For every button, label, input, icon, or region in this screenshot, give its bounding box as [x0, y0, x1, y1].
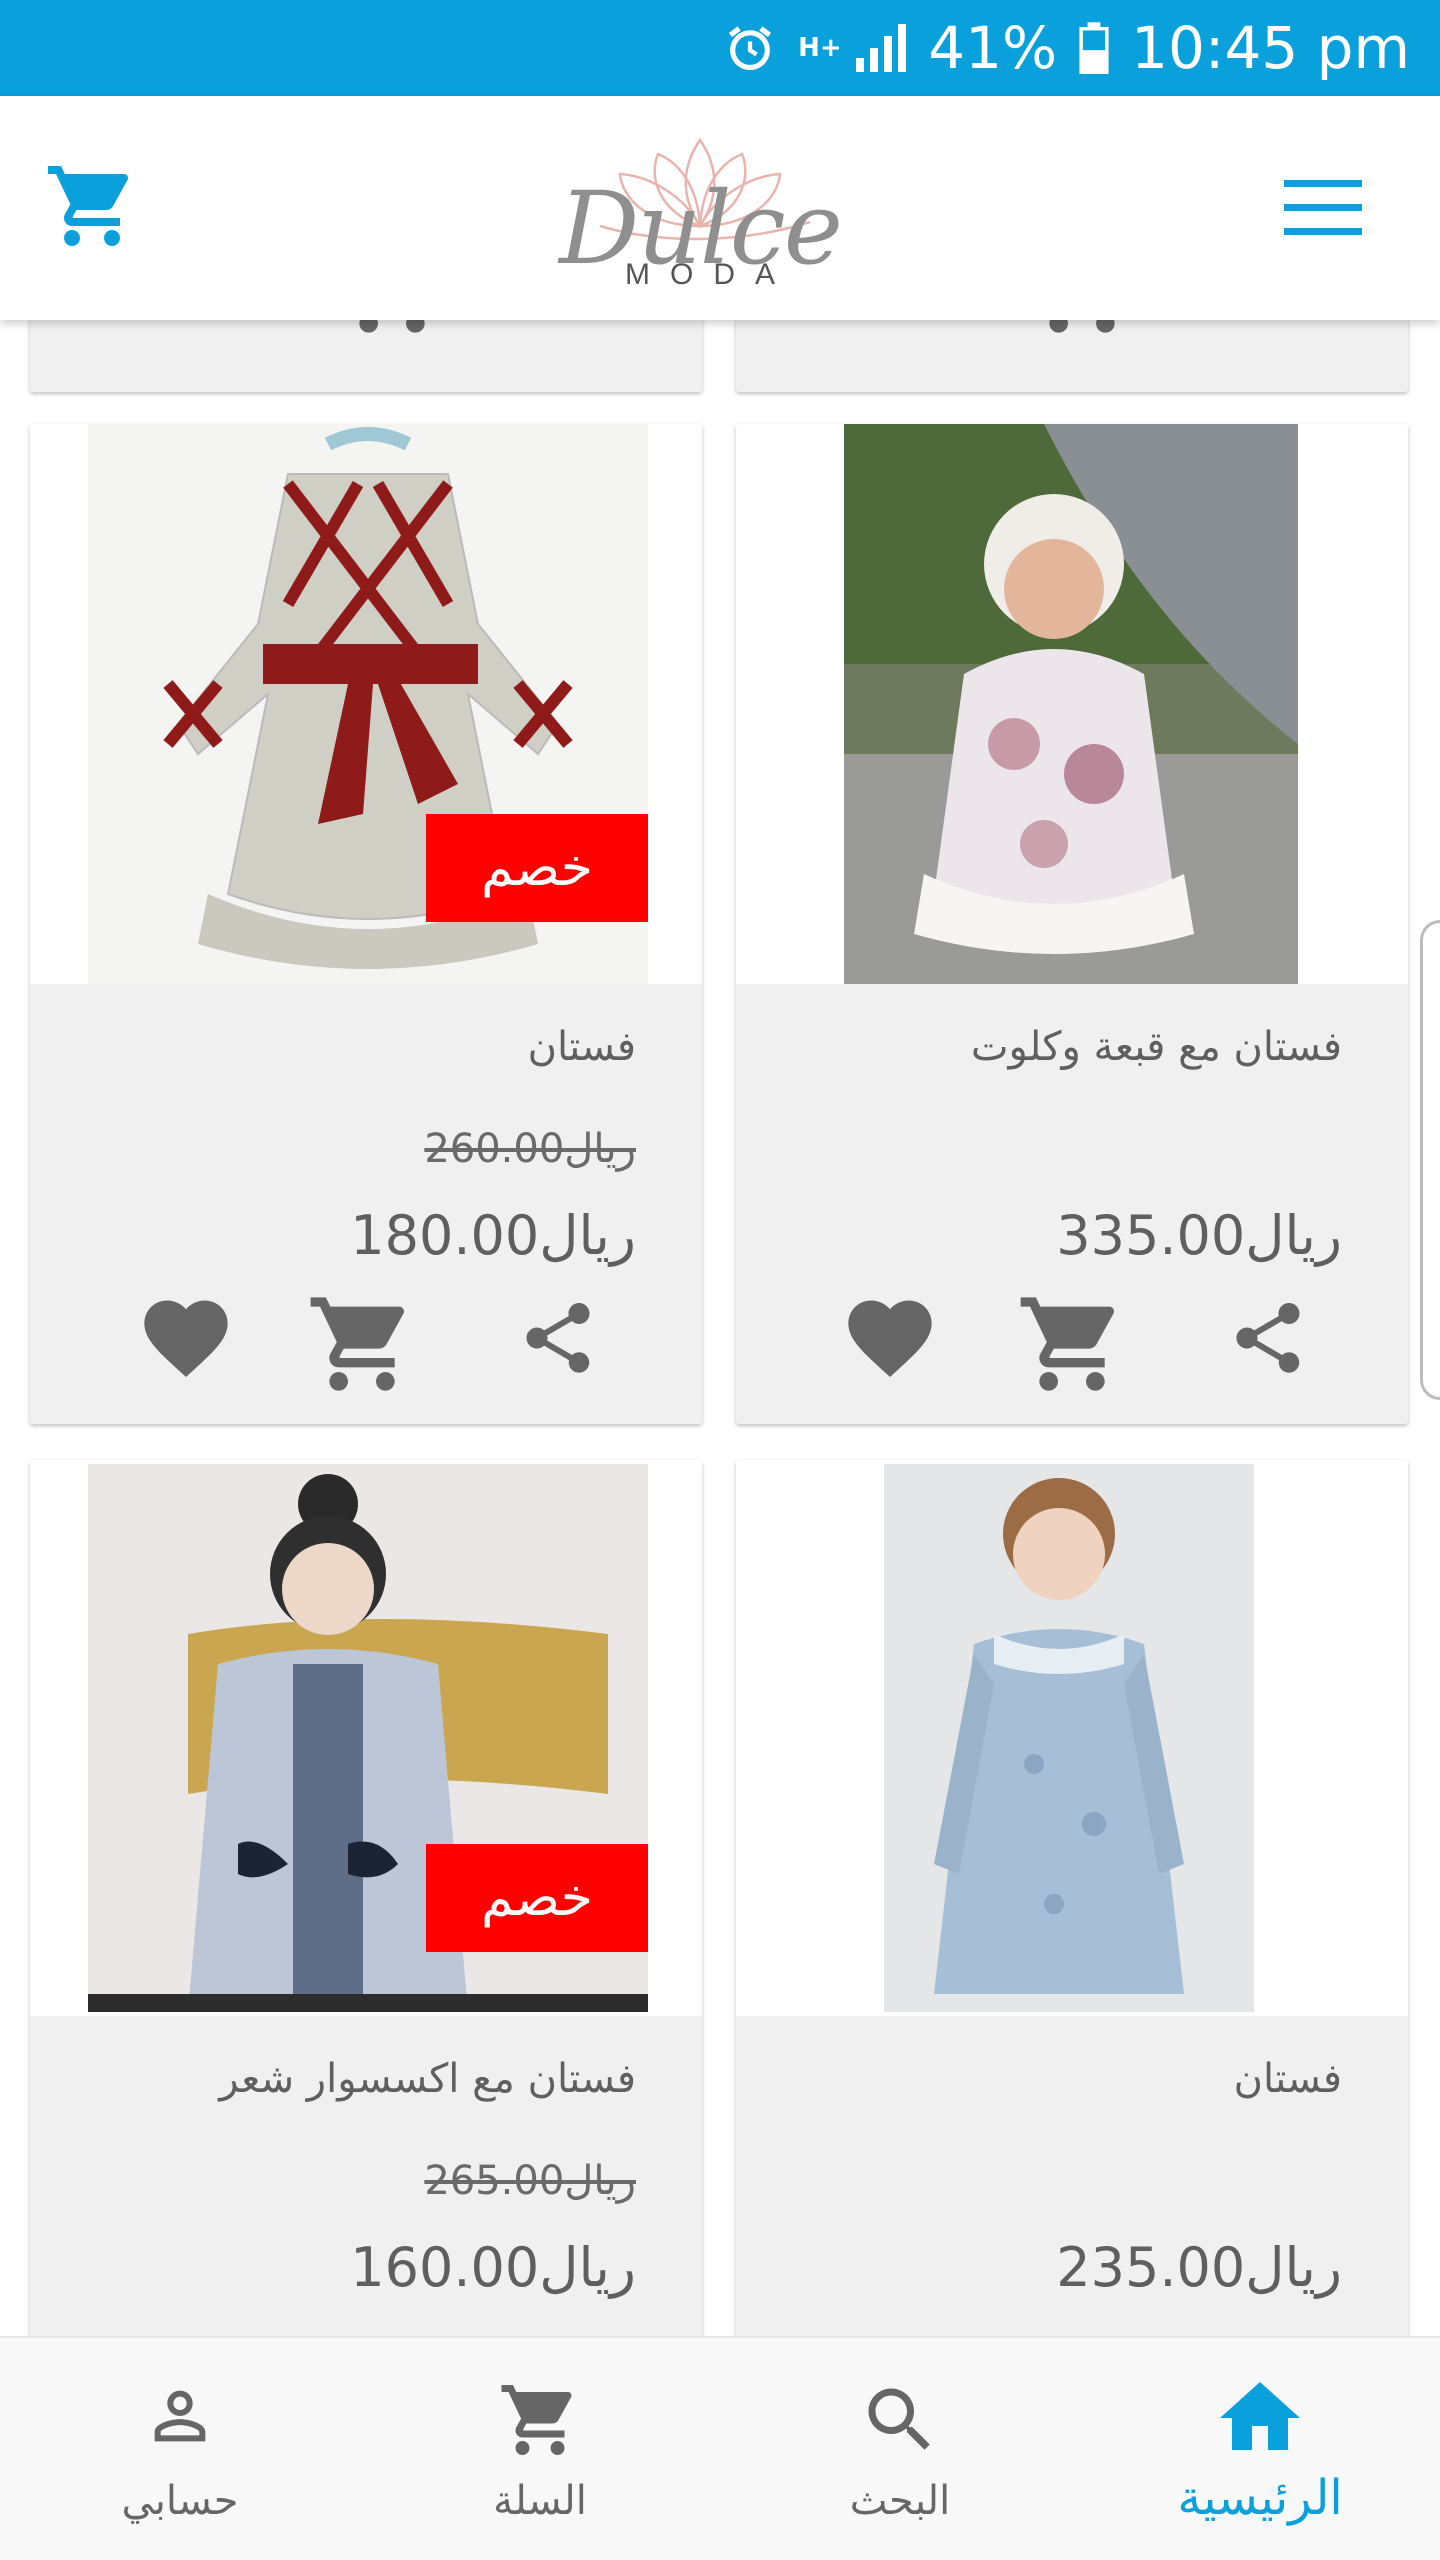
app-header: Dulce MODA	[0, 96, 1440, 320]
product-image-area[interactable]: خصم	[30, 424, 702, 984]
product-card[interactable]: خصم فستان مع اكسسوار شعر 265.00ريال 160.…	[30, 1460, 702, 2336]
nav-label: السلة	[493, 2478, 587, 2524]
product-grid[interactable]: خصم فستان 260.00ريال 180.00ريال فستان مع…	[0, 320, 1440, 2336]
product-price: 180.00ريال	[350, 1204, 636, 1267]
discount-badge: خصم	[426, 814, 648, 922]
battery-percent: 41%	[928, 14, 1058, 82]
signal-icon	[854, 24, 907, 72]
product-image-area[interactable]	[736, 1460, 1408, 2016]
nav-cart[interactable]: السلة	[360, 2338, 720, 2560]
product-actions	[736, 1288, 1408, 1408]
product-old-price: 265.00ريال	[424, 2158, 636, 2204]
side-scroll-handle[interactable]	[1420, 920, 1440, 1400]
product-old-price: 260.00ريال	[424, 1126, 636, 1172]
product-actions	[736, 320, 1408, 350]
share-icon[interactable]	[1226, 320, 1310, 330]
brand-logo[interactable]: Dulce MODA	[510, 126, 890, 296]
header-cart-button[interactable]	[44, 158, 140, 258]
cart-icon	[501, 2385, 572, 2455]
clock-time: 10:45 pm	[1131, 14, 1410, 82]
share-icon[interactable]	[516, 1288, 600, 1388]
logo-subtitle: MODA	[625, 258, 795, 291]
favorite-icon[interactable]	[136, 1288, 236, 1388]
nav-label: حسابي	[121, 2478, 239, 2524]
product-name[interactable]: فستان	[1234, 2056, 1342, 2102]
add-to-cart-icon[interactable]	[306, 1288, 418, 1400]
product-price: 335.00ريال	[1056, 1204, 1342, 1267]
share-icon[interactable]	[1226, 1288, 1310, 1388]
add-to-cart-icon[interactable]	[336, 320, 448, 342]
alarm-icon	[724, 22, 776, 74]
network-type-indicator: H+	[798, 33, 842, 63]
product-image-area[interactable]: خصم	[30, 1460, 702, 2016]
product-price: 235.00ريال	[1056, 2236, 1342, 2299]
product-name[interactable]: فستان مع قبعة وكلوت	[971, 1024, 1342, 1070]
product-name[interactable]: فستان	[528, 1024, 636, 1070]
bottom-navigation: حسابي السلة البحث الرئيسية	[0, 2336, 1440, 2560]
nav-label: البحث	[849, 2478, 951, 2524]
product-actions	[30, 320, 702, 350]
favorite-icon[interactable]	[840, 1288, 940, 1388]
product-image[interactable]	[884, 1464, 1254, 2012]
share-icon[interactable]	[538, 320, 622, 330]
product-price: 160.00ريال	[350, 2236, 636, 2299]
add-to-cart-icon[interactable]	[1016, 1288, 1128, 1400]
product-name[interactable]: فستان مع اكسسوار شعر	[219, 2056, 636, 2102]
search-icon	[868, 2388, 930, 2450]
product-card[interactable]: فستان 235.00ريال	[736, 1460, 1408, 2336]
battery-icon	[1079, 22, 1109, 74]
nav-label: الرئيسية	[1177, 2470, 1343, 2526]
person-icon	[154, 2390, 206, 2442]
product-card[interactable]: خصم فستان 260.00ريال 180.00ريال	[30, 424, 702, 1424]
product-image-area[interactable]	[736, 424, 1408, 984]
add-to-cart-icon[interactable]	[1026, 320, 1138, 342]
nav-account[interactable]: حسابي	[0, 2338, 360, 2560]
product-card[interactable]: فستان مع قبعة وكلوت 335.00ريال	[736, 424, 1408, 1424]
menu-button[interactable]	[1284, 178, 1362, 242]
product-actions	[30, 1288, 702, 1408]
nav-search[interactable]: البحث	[720, 2338, 1080, 2560]
favorite-icon[interactable]	[152, 320, 252, 330]
cart-icon	[48, 166, 129, 246]
status-bar: H+ 41% 10:45 pm	[0, 0, 1440, 96]
hamburger-menu-icon	[1284, 180, 1362, 235]
home-icon	[1220, 2382, 1300, 2450]
product-card-partial[interactable]	[736, 320, 1408, 392]
status-icons: H+ 41% 10:45 pm	[724, 0, 1410, 96]
discount-badge: خصم	[426, 1844, 648, 1952]
product-card-partial[interactable]	[30, 320, 702, 392]
product-image[interactable]	[844, 424, 1298, 984]
nav-home[interactable]: الرئيسية	[1080, 2338, 1440, 2560]
favorite-icon[interactable]	[840, 320, 940, 330]
